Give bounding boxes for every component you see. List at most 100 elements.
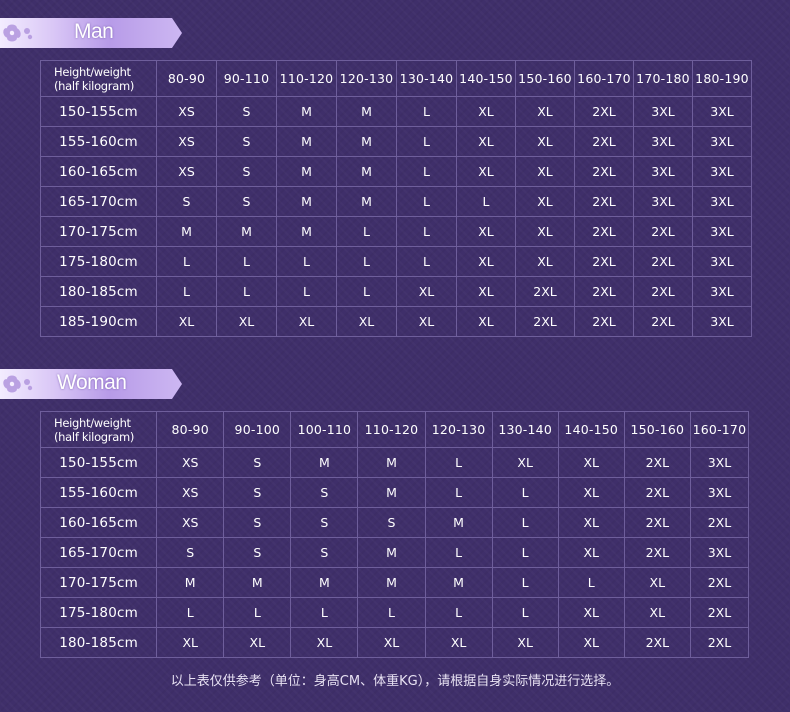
- size-cell: XL: [156, 627, 225, 658]
- height-weight-corner-label: Height/weight (half kilogram): [39, 411, 158, 448]
- size-cell: L: [223, 597, 292, 628]
- height-row-label: 180-185cm: [40, 276, 157, 307]
- size-cell: XL: [515, 216, 575, 247]
- table-header-row: Height/weight (half kilogram) 80-90 90-110 1…: [40, 60, 752, 97]
- size-cell: 2XL: [574, 276, 634, 307]
- corner-label-line1: Height/weight: [54, 64, 131, 79]
- size-cell: 3XL: [692, 216, 752, 247]
- size-cell: XL: [216, 306, 277, 337]
- height-row-label: 185-190cm: [40, 306, 157, 337]
- size-cell: L: [156, 276, 217, 307]
- size-cell: L: [491, 597, 559, 628]
- woman-size-table: Height/weight (half kilogram) 80-90 90-100 1…: [39, 411, 750, 658]
- weight-column-header: 150-160: [515, 60, 575, 97]
- size-cell: S: [216, 96, 277, 127]
- size-cell: M: [276, 96, 337, 127]
- size-cell: M: [336, 186, 397, 217]
- height-row-label: 150-155cm: [39, 447, 158, 478]
- size-cell: L: [290, 597, 359, 628]
- size-cell: L: [396, 126, 457, 157]
- size-cell: L: [491, 567, 559, 598]
- size-cell: XL: [515, 96, 575, 127]
- size-cell: XL: [290, 627, 359, 658]
- weight-column-header: 160-170: [574, 60, 634, 97]
- weight-column-header: 120-130: [424, 411, 493, 448]
- size-cell: 2XL: [633, 306, 693, 337]
- height-row-label: 165-170cm: [39, 537, 158, 568]
- table-row: 160-165cm XS S M M L XL XL 2XL 3XL 3XL: [40, 156, 752, 187]
- size-cell: XL: [156, 306, 217, 337]
- size-cell: XL: [557, 447, 625, 478]
- size-cell: 2XL: [515, 306, 575, 337]
- size-cell: XL: [396, 306, 457, 337]
- table-row: 165-170cm S S S M L L XL 2XL 3XL: [39, 537, 750, 568]
- weight-column-header: 100-110: [290, 411, 359, 448]
- weight-column-header: 130-140: [491, 411, 559, 448]
- size-cell: M: [357, 477, 426, 508]
- height-row-label: 160-165cm: [40, 156, 157, 187]
- flower-icon: [3, 375, 33, 393]
- size-cell: XL: [557, 477, 625, 508]
- size-cell: M: [357, 447, 426, 478]
- corner-label-line2: (half kilogram): [54, 429, 135, 444]
- size-cell: L: [456, 186, 516, 217]
- size-cell: XL: [456, 246, 516, 277]
- table-row: 155-160cm XS S S M L L XL 2XL 3XL: [39, 477, 750, 508]
- size-cell: 3XL: [689, 447, 750, 478]
- size-cell: M: [424, 507, 493, 538]
- size-cell: XL: [456, 216, 516, 247]
- size-cell: S: [156, 537, 225, 568]
- size-cell: L: [424, 597, 493, 628]
- size-cell: 2XL: [623, 537, 691, 568]
- size-cell: 3XL: [689, 537, 750, 568]
- weight-column-header: 110-120: [276, 60, 337, 97]
- size-cell: 3XL: [692, 276, 752, 307]
- size-cell: M: [424, 567, 493, 598]
- size-cell: L: [491, 507, 559, 538]
- size-cell: 2XL: [623, 507, 691, 538]
- size-cell: M: [276, 126, 337, 157]
- size-cell: L: [396, 246, 457, 277]
- woman-section-banner: Woman: [0, 369, 182, 399]
- size-cell: M: [290, 447, 359, 478]
- size-cell: L: [424, 447, 493, 478]
- height-row-label: 155-160cm: [39, 477, 158, 508]
- size-cell: L: [276, 276, 337, 307]
- size-cell: XL: [396, 276, 457, 307]
- height-row-label: 150-155cm: [40, 96, 157, 127]
- flower-icon: [3, 24, 33, 42]
- size-cell: 2XL: [689, 597, 750, 628]
- size-cell: XL: [515, 156, 575, 187]
- size-cell: XL: [623, 597, 691, 628]
- table-row: 155-160cm XS S M M L XL XL 2XL 3XL 3XL: [40, 126, 752, 157]
- size-cell: S: [290, 507, 359, 538]
- size-cell: S: [290, 537, 359, 568]
- size-cell: XL: [557, 537, 625, 568]
- size-cell: XL: [456, 96, 516, 127]
- size-cell: L: [276, 246, 337, 277]
- size-cell: XL: [456, 276, 516, 307]
- table-row: 170-175cm M M M M M L L XL 2XL: [39, 567, 750, 598]
- height-weight-corner-label: Height/weight (half kilogram): [40, 60, 157, 97]
- weight-column-header: 160-170: [689, 411, 750, 448]
- size-cell: XS: [156, 96, 217, 127]
- table-row: 180-185cm XL XL XL XL XL XL XL 2XL 2XL: [39, 627, 750, 658]
- size-cell: XL: [424, 627, 493, 658]
- size-cell: 3XL: [692, 156, 752, 187]
- weight-column-header: 170-180: [633, 60, 693, 97]
- size-cell: L: [424, 477, 493, 508]
- weight-column-header: 80-90: [156, 411, 225, 448]
- size-cell: S: [223, 537, 292, 568]
- size-cell: XL: [515, 126, 575, 157]
- size-cell: XL: [557, 507, 625, 538]
- corner-label-line2: (half kilogram): [54, 78, 135, 93]
- size-cell: M: [336, 126, 397, 157]
- table-row: 175-180cm L L L L L XL XL 2XL 2XL 3XL: [40, 246, 752, 277]
- size-cell: S: [216, 156, 277, 187]
- size-cell: M: [156, 216, 217, 247]
- size-cell: XS: [156, 126, 217, 157]
- size-cell: L: [491, 537, 559, 568]
- size-cell: S: [223, 447, 292, 478]
- size-cell: L: [216, 276, 277, 307]
- height-row-label: 170-175cm: [40, 216, 157, 247]
